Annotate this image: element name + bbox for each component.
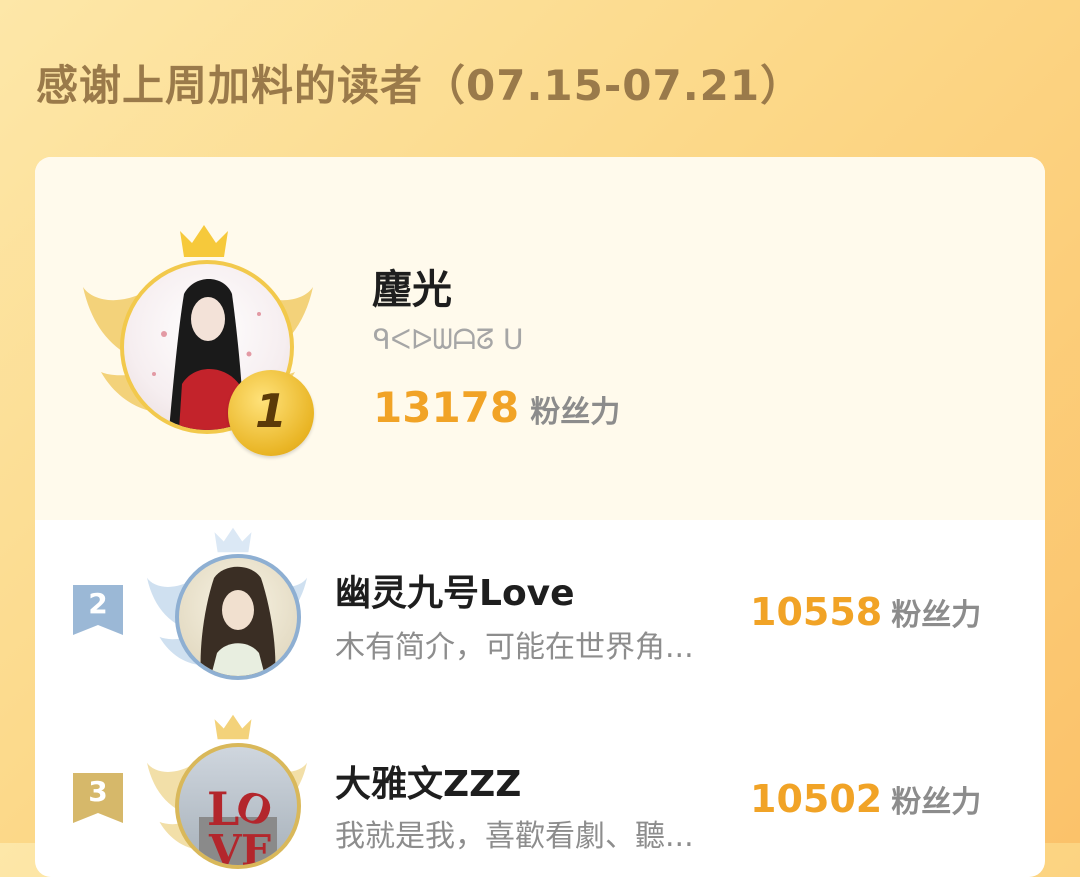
score-value: 13178 xyxy=(373,383,520,432)
list-item[interactable]: 3 L O V E 大雅文ZZZ 我就是我，喜歡看劇、聽... 10502 粉丝… xyxy=(35,705,1045,877)
reader-name: 麈光 xyxy=(372,267,452,313)
svg-text:V: V xyxy=(208,826,243,865)
score-value: 10502 xyxy=(750,777,883,821)
avatar[interactable] xyxy=(175,554,301,680)
reader-bio: 木有简介，可能在世界角... xyxy=(335,630,694,665)
avatar-love-sculpture: L O V E xyxy=(199,781,278,865)
rank-medal-gold: 1 xyxy=(228,370,314,456)
reader-name: 大雅文ZZZ xyxy=(335,764,522,805)
rank-number: 3 xyxy=(88,775,108,808)
score-unit: 粉丝力 xyxy=(891,785,982,820)
crown-icon xyxy=(214,527,252,553)
fan-power-score: 13178 粉丝力 xyxy=(373,383,620,432)
page-title: 感谢上周加料的读者（07.15-07.21） xyxy=(36,61,804,110)
reader-name: 幽灵九号Love xyxy=(335,573,575,614)
score-value: 10558 xyxy=(750,590,883,634)
svg-text:E: E xyxy=(241,826,273,865)
rank-number: 2 xyxy=(88,587,108,620)
fan-power-score: 10558 粉丝力 xyxy=(750,590,981,634)
first-place-row[interactable]: 1 麈光 ᑫᐸᐅᗯᗩᘔ ᑌ 13178 粉丝力 xyxy=(35,157,1045,520)
list-item[interactable]: 2 幽灵九号Love 木有简介，可能在世界角... 10558 粉丝力 xyxy=(35,520,1045,700)
crown-icon xyxy=(214,714,252,740)
reader-bio: ᑫᐸᐅᗯᗩᘔ ᑌ xyxy=(373,323,524,356)
avatar[interactable]: L O V E xyxy=(175,743,301,869)
fan-power-score: 10502 粉丝力 xyxy=(750,777,981,821)
rank-number: 1 xyxy=(254,384,287,438)
score-unit: 粉丝力 xyxy=(530,395,621,430)
reader-ranking-card: 1 麈光 ᑫᐸᐅᗯᗩᘔ ᑌ 13178 粉丝力 2 幽灵九号Love 木有简介，… xyxy=(35,157,1045,877)
reader-bio: 我就是我，喜歡看劇、聽... xyxy=(335,819,694,854)
score-unit: 粉丝力 xyxy=(891,598,982,633)
crown-icon xyxy=(180,225,228,257)
avatar-illustration xyxy=(200,566,276,676)
